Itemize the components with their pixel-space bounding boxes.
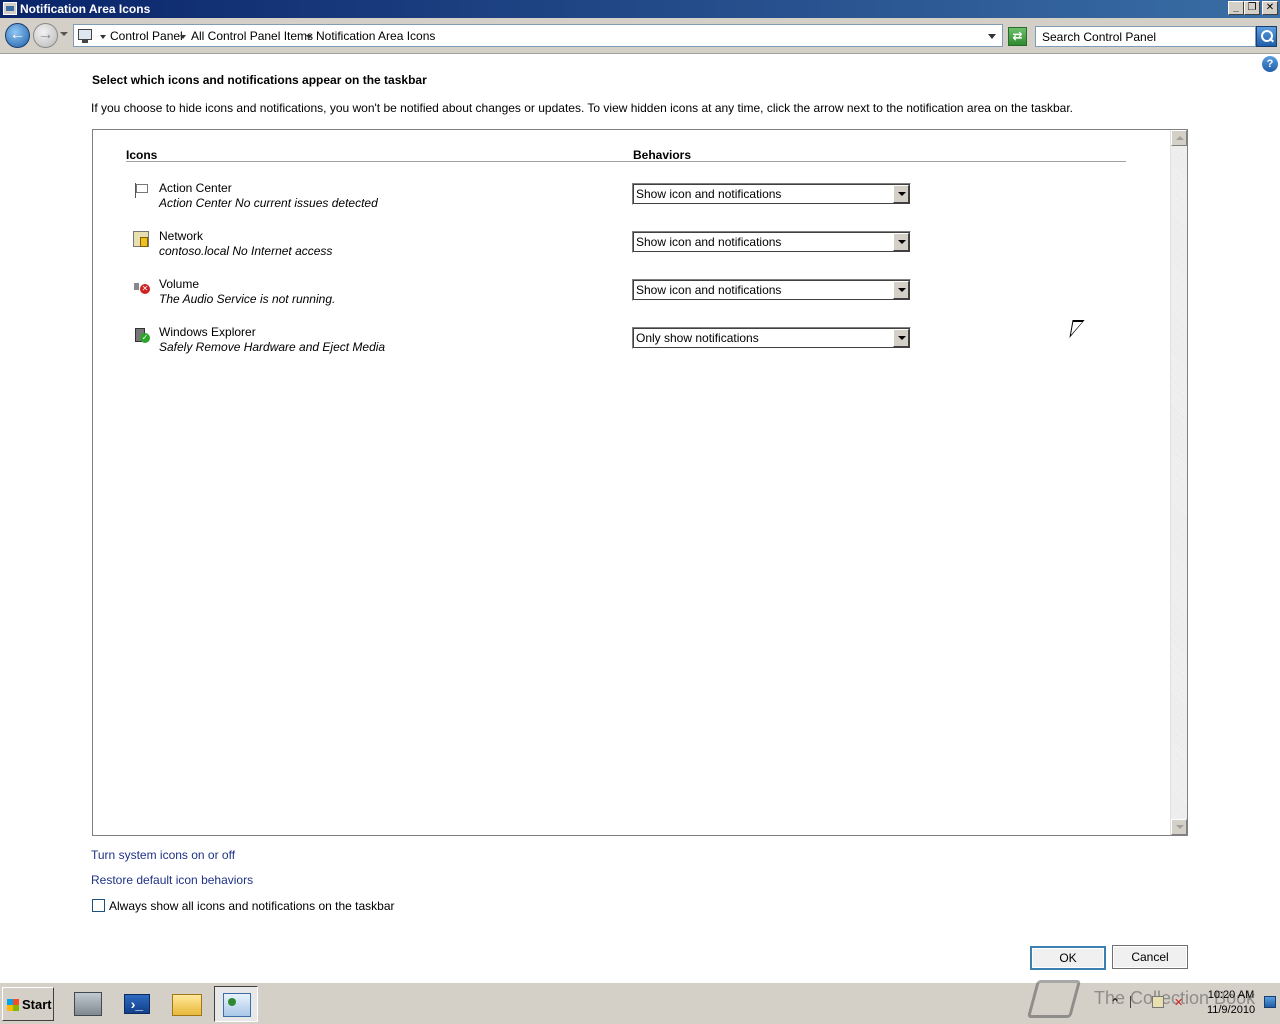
- taskbar-server-manager[interactable]: [66, 986, 110, 1022]
- always-show-checkbox[interactable]: [92, 899, 105, 912]
- item-name: Windows Explorer: [159, 325, 256, 339]
- title-bar: Notification Area Icons _ ❐ ✕: [0, 0, 1280, 18]
- item-status: contoso.local No Internet access: [159, 244, 333, 258]
- address-history-dropdown[interactable]: [988, 34, 996, 39]
- search-icon[interactable]: [1256, 26, 1277, 47]
- chevron-down-icon[interactable]: [893, 329, 909, 347]
- back-button[interactable]: ←: [5, 23, 30, 48]
- scroll-down-button[interactable]: [1171, 819, 1187, 835]
- recent-pages-dropdown[interactable]: [60, 32, 68, 36]
- start-button[interactable]: Start: [2, 987, 54, 1021]
- item-status: Safely Remove Hardware and Eject Media: [159, 340, 386, 354]
- window-title: Notification Area Icons: [20, 2, 151, 16]
- network-icon: [133, 231, 149, 247]
- list-item-windows-explorer: Windows Explorer Safely Remove Hardware …: [93, 325, 1163, 365]
- start-label: Start: [22, 997, 52, 1012]
- powershell-icon: ›_: [124, 994, 150, 1014]
- close-button[interactable]: ✕: [1262, 1, 1278, 15]
- server-manager-icon: [74, 992, 102, 1016]
- search-input[interactable]: Search Control Panel: [1035, 26, 1256, 47]
- behavior-value: Only show notifications: [636, 331, 759, 345]
- windows-logo-icon: [7, 999, 19, 1011]
- page-heading: Select which icons and notifications app…: [92, 73, 427, 87]
- ok-button[interactable]: OK: [1030, 946, 1106, 970]
- vertical-scrollbar[interactable]: [1170, 130, 1187, 835]
- turn-system-icons-link[interactable]: Turn system icons on or off: [91, 848, 235, 862]
- network-tray-icon[interactable]: [1152, 996, 1164, 1008]
- list-item-action-center: Action Center Action Center No current i…: [93, 181, 1163, 221]
- minimize-button[interactable]: _: [1228, 1, 1244, 15]
- breadcrumb-notification-area-icons[interactable]: Notification Area Icons: [316, 29, 435, 43]
- icons-list: Icons Behaviors Action Center Action Cen…: [92, 129, 1188, 836]
- cancel-button[interactable]: Cancel: [1112, 945, 1188, 969]
- control-panel-icon: [223, 993, 251, 1017]
- address-box[interactable]: Control Panel All Control Panel Items No…: [73, 24, 1003, 47]
- chevron-down-icon[interactable]: [893, 281, 909, 299]
- volume-icon: [133, 279, 150, 295]
- scroll-up-button[interactable]: [1171, 130, 1187, 146]
- chevron-down-icon[interactable]: [306, 35, 312, 39]
- breadcrumb-all-items[interactable]: All Control Panel Items: [191, 29, 313, 43]
- behavior-value: Show icon and notifications: [636, 187, 782, 201]
- list-item-volume: Volume The Audio Service is not running.…: [93, 277, 1163, 317]
- taskbar-powershell[interactable]: ›_: [115, 986, 159, 1022]
- taskbar-explorer[interactable]: [165, 986, 209, 1022]
- explorer-folder-icon: [172, 994, 202, 1016]
- show-hidden-icons-arrow[interactable]: ⌃: [1110, 996, 1120, 1010]
- forward-button[interactable]: →: [33, 23, 58, 48]
- behavior-value: Show icon and notifications: [636, 235, 782, 249]
- volume-tray-icon[interactable]: ✕: [1174, 996, 1186, 1009]
- behavior-select[interactable]: Show icon and notifications: [632, 183, 911, 205]
- always-show-label[interactable]: Always show all icons and notifications …: [109, 899, 395, 913]
- column-header-icons: Icons: [126, 148, 158, 162]
- item-status: Action Center No current issues detected: [159, 196, 378, 210]
- behavior-value: Show icon and notifications: [636, 283, 782, 297]
- clock-date: 11/9/2010: [1206, 1004, 1256, 1016]
- item-name: Volume: [159, 277, 200, 291]
- item-name: Network: [159, 229, 204, 243]
- flag-icon: [133, 183, 149, 199]
- clock-time: 10:20 AM: [1207, 989, 1255, 1001]
- behavior-select[interactable]: Show icon and notifications: [632, 231, 911, 253]
- list-item-network: Network contoso.local No Internet access…: [93, 229, 1163, 269]
- window-icon[interactable]: [3, 2, 17, 15]
- behavior-select[interactable]: Show icon and notifications: [632, 279, 911, 301]
- breadcrumb-control-panel[interactable]: Control Panel: [110, 29, 183, 43]
- chevron-down-icon[interactable]: [893, 233, 909, 251]
- header-divider: [126, 161, 1126, 162]
- item-name: Action Center: [159, 181, 232, 195]
- restore-button[interactable]: ❐: [1244, 1, 1260, 15]
- chevron-down-icon[interactable]: [180, 35, 186, 39]
- action-center-flag-icon[interactable]: [1130, 996, 1142, 1008]
- item-status: The Audio Service is not running.: [159, 292, 336, 306]
- restore-defaults-link[interactable]: Restore default icon behaviors: [91, 873, 253, 887]
- behavior-select[interactable]: Only show notifications: [632, 327, 911, 349]
- show-desktop-button[interactable]: [1264, 996, 1276, 1008]
- usb-icon: [133, 327, 150, 343]
- refresh-button[interactable]: ⇄: [1008, 27, 1027, 46]
- computer-icon: [78, 29, 92, 43]
- chevron-down-icon[interactable]: [893, 185, 909, 203]
- help-icon[interactable]: ?: [1262, 56, 1278, 72]
- address-bar: ← → Control Panel All Control Panel Item…: [0, 18, 1280, 54]
- clock[interactable]: 10:20 AM 11/9/2010: [1200, 988, 1262, 1018]
- page-description: If you choose to hide icons and notifica…: [91, 101, 1074, 115]
- taskbar-control-panel[interactable]: [214, 986, 258, 1022]
- column-header-behaviors: Behaviors: [633, 148, 692, 162]
- chevron-down-icon[interactable]: [100, 35, 106, 39]
- book-icon: [1026, 980, 1082, 1018]
